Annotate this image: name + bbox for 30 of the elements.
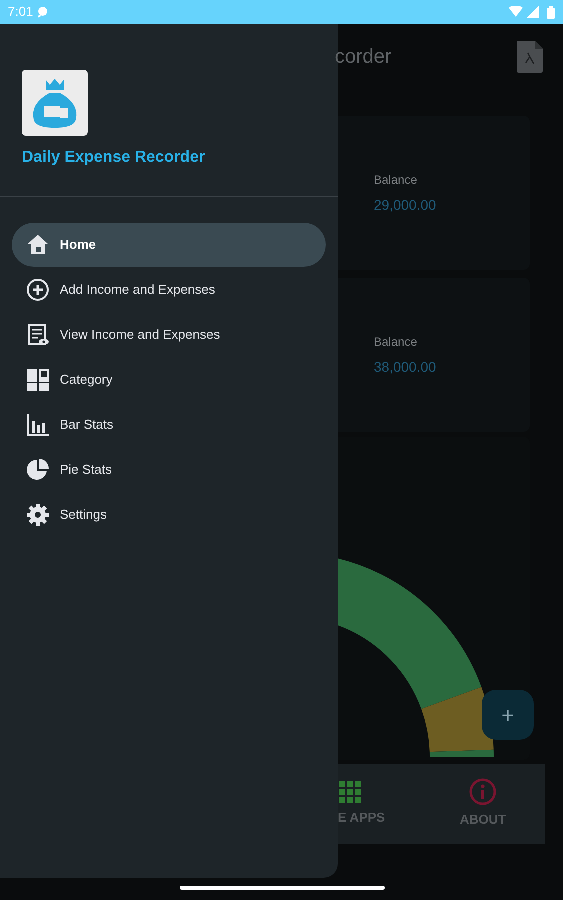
house-icon xyxy=(26,233,50,257)
drawer-item[interactable]: Add Income and Expenses xyxy=(12,268,326,312)
settings-icon xyxy=(26,503,50,527)
battery-icon xyxy=(547,6,555,18)
wifi-icon xyxy=(509,6,523,18)
drawer-item[interactable]: Category xyxy=(12,358,326,402)
app-name: Daily Expense Recorder xyxy=(22,148,206,168)
drawer-item[interactable]: Pie Stats xyxy=(12,448,326,492)
app-title: corder xyxy=(335,45,392,70)
balance-label: Balance xyxy=(374,334,418,350)
app-logo-icon xyxy=(22,70,88,136)
drawer-item[interactable]: Home xyxy=(12,223,326,267)
balance-value: 38,000.00 xyxy=(374,358,438,376)
signal-icon xyxy=(527,6,539,18)
balance-value: 29,000.00 xyxy=(374,196,438,214)
list-eye-icon xyxy=(26,323,50,347)
pdf-file-icon xyxy=(517,41,543,73)
drawer-item[interactable]: Settings xyxy=(12,493,326,537)
status-time: 7:01 xyxy=(8,3,34,22)
grid-icon xyxy=(338,780,362,804)
drawer-item[interactable]: View Income and Expenses xyxy=(12,313,326,357)
grid-icon xyxy=(26,368,50,392)
drawer-item[interactable]: Bar Stats xyxy=(12,403,326,447)
balance-label: Balance xyxy=(374,172,418,188)
plus-circle-icon xyxy=(26,278,50,302)
info-icon xyxy=(469,778,498,806)
pie-chart-icon xyxy=(26,458,50,482)
chat-icon xyxy=(37,6,50,18)
bar-chart-icon xyxy=(26,413,50,437)
add-button[interactable]: + xyxy=(482,690,534,740)
